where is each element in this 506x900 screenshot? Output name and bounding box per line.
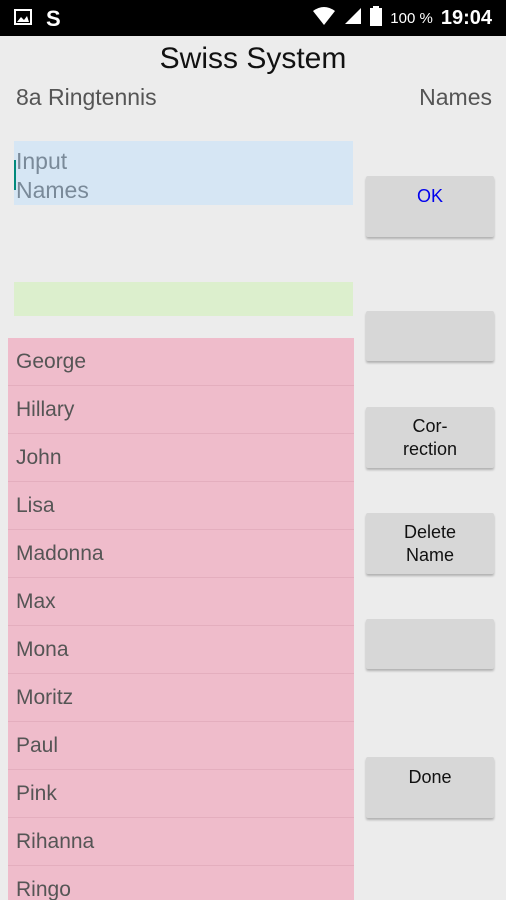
list-item[interactable]: Mona: [8, 626, 354, 674]
correction-label-line1: Cor-: [412, 415, 448, 436]
list-item[interactable]: Rihanna: [8, 818, 354, 866]
section-label: Names: [419, 84, 492, 110]
blank-button-2[interactable]: [366, 619, 494, 669]
status-bar: S 100 % 19:04: [0, 0, 506, 36]
wifi-icon: [312, 6, 336, 31]
blank-button-1[interactable]: [366, 311, 494, 361]
list-item[interactable]: George: [8, 338, 354, 386]
list-item[interactable]: Ringo: [8, 866, 354, 900]
names-input[interactable]: [14, 141, 353, 205]
delete-name-button[interactable]: Delete Name: [366, 513, 494, 574]
clock: 19:04: [440, 7, 492, 29]
text-cursor: [14, 160, 16, 190]
battery-icon: [370, 6, 383, 31]
done-button[interactable]: Done: [366, 757, 494, 818]
battery-level: 100 %: [390, 10, 433, 27]
secondary-field[interactable]: [14, 282, 353, 316]
list-item[interactable]: Moritz: [8, 674, 354, 722]
tournament-name: 8a Ringtennis: [16, 84, 157, 110]
page-title: Swiss System: [159, 42, 347, 75]
delete-label-line2: Name: [405, 544, 454, 565]
names-input-container: [14, 141, 353, 205]
image-icon: [14, 8, 32, 30]
ok-button-label: OK: [416, 186, 443, 206]
list-item[interactable]: Hillary: [8, 386, 354, 434]
list-item[interactable]: Lisa: [8, 482, 354, 530]
list-item[interactable]: Max: [8, 578, 354, 626]
app-indicator: S: [46, 6, 61, 31]
correction-button[interactable]: Cor- rection: [366, 407, 494, 468]
list-item[interactable]: Madonna: [8, 530, 354, 578]
names-list[interactable]: George Hillary John Lisa Madonna Max Mon…: [8, 338, 354, 900]
list-item[interactable]: Pink: [8, 770, 354, 818]
correction-label-line2: rection: [402, 438, 458, 459]
cellular-signal-icon: [344, 7, 362, 30]
delete-label-line1: Delete: [403, 521, 457, 542]
ok-button[interactable]: OK: [366, 176, 494, 237]
list-item[interactable]: Paul: [8, 722, 354, 770]
list-item[interactable]: John: [8, 434, 354, 482]
done-button-label: Done: [408, 767, 452, 787]
